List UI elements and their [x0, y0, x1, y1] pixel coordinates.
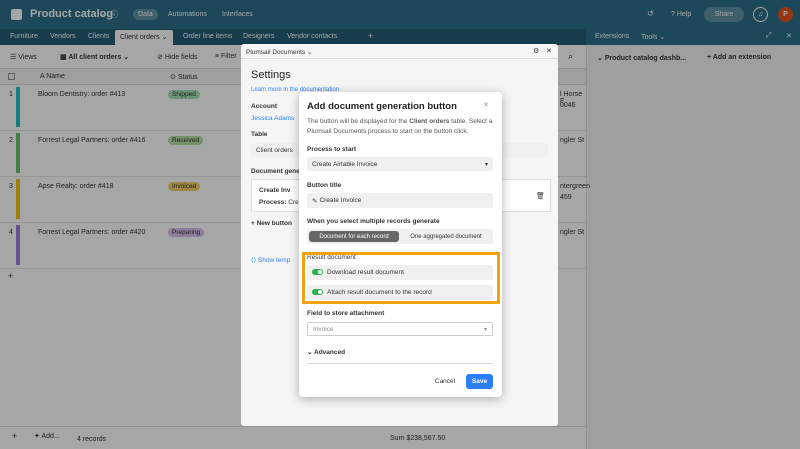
process-value: Create Airtable Invoice: [312, 160, 378, 168]
attachment-field-select[interactable]: Invoice ▾: [307, 322, 493, 336]
option-each-record[interactable]: Document for each record: [309, 231, 399, 242]
modal-description: The button will be displayed for the Cli…: [307, 117, 497, 136]
card-process-label: Process:: [259, 199, 287, 206]
docgen-label: Document gene: [251, 168, 300, 175]
new-button-label: New button: [256, 220, 292, 227]
divider: [307, 363, 493, 364]
field-label: Field to store attachment: [307, 310, 385, 317]
settings-heading: Settings: [251, 69, 291, 81]
modal-close-icon[interactable]: ✕: [483, 101, 489, 109]
button-title-input[interactable]: ✎ Create Invoice: [307, 193, 493, 208]
advanced-label: Advanced: [314, 349, 346, 356]
window-title[interactable]: Plumsail Documents ⌄: [246, 48, 313, 56]
settings-titlebar: Plumsail Documents ⌄ ⚙ ✕: [241, 44, 558, 59]
card-title: Create Inv: [259, 187, 291, 194]
gear-icon[interactable]: ⚙: [533, 47, 539, 55]
attachment-field-value: Invoice: [313, 325, 334, 333]
button-title-label: Button title: [307, 182, 342, 189]
table-label: Table: [251, 131, 268, 138]
window-title-text: Plumsail Documents: [246, 49, 306, 56]
desc-table: Client orders: [409, 118, 450, 125]
chevron-down-icon: ▾: [484, 161, 488, 168]
multi-label: When you select multiple records generat…: [307, 218, 440, 225]
new-button-link[interactable]: + New button: [251, 220, 292, 227]
show-templates-link[interactable]: ⟨⟩ Show temp: [251, 256, 290, 264]
account-value[interactable]: Jessica Adams: [251, 115, 294, 122]
show-templates-label: Show temp: [257, 257, 291, 264]
trash-icon[interactable]: 🗑: [536, 192, 545, 200]
cancel-button[interactable]: Cancel: [429, 374, 461, 389]
sparkle-icon: ✎: [312, 197, 318, 205]
button-title-value: Create Invoice: [319, 197, 362, 204]
chevron-down-icon: ▾: [483, 326, 487, 333]
modal-title: Add document generation button: [307, 101, 457, 112]
advanced-toggle[interactable]: ⌄ Advanced: [307, 348, 345, 356]
multi-segmented: Document for each record One aggregated …: [307, 229, 493, 244]
card-process: Process: Crea: [259, 199, 302, 206]
save-button[interactable]: Save: [466, 374, 493, 389]
add-button-modal: Add document generation button ✕ The but…: [299, 92, 502, 397]
process-label: Process to start: [307, 146, 357, 153]
desc-pre: The button will be displayed for the: [307, 118, 410, 125]
option-aggregated[interactable]: One aggregated document: [401, 231, 491, 242]
highlight-box: [302, 252, 500, 304]
account-label: Account: [251, 103, 277, 110]
process-select[interactable]: Create Airtable Invoice ▾: [307, 157, 493, 171]
close-icon[interactable]: ✕: [546, 47, 552, 55]
